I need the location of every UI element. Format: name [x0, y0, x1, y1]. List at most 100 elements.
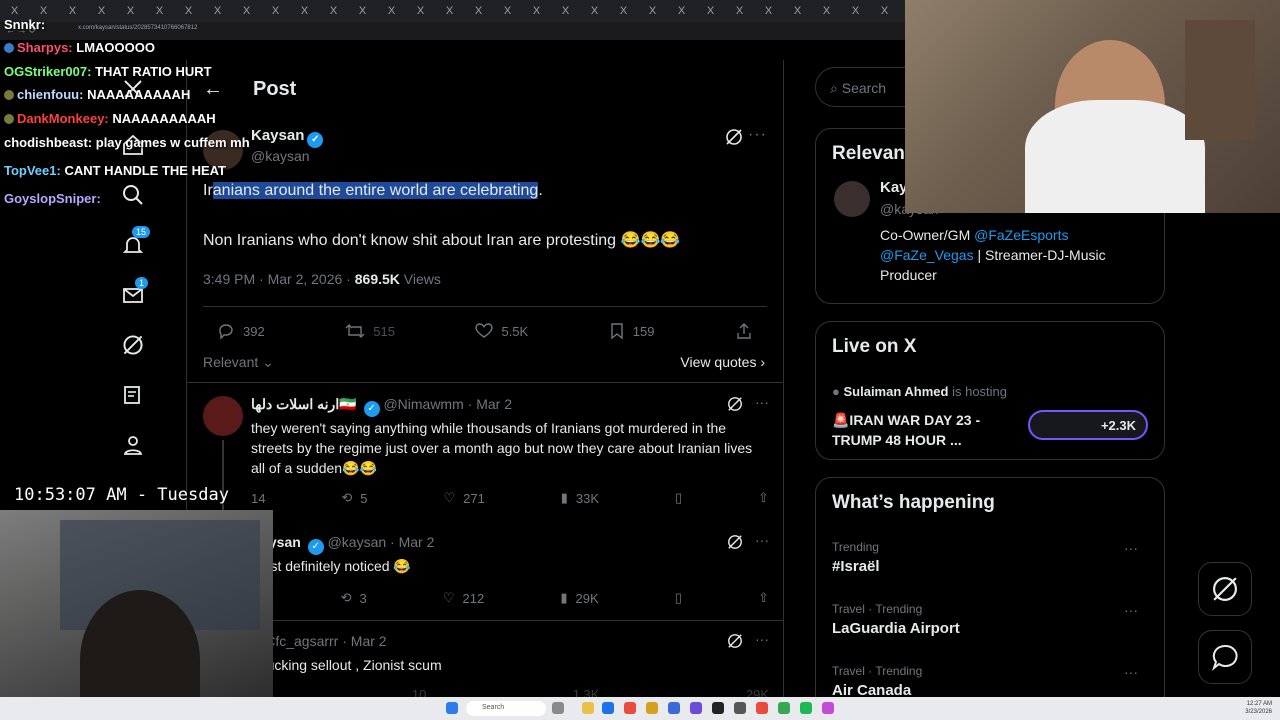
bookmark-button[interactable]: ▯	[675, 490, 682, 506]
sort-dropdown[interactable]: Relevant ⌄	[203, 354, 274, 371]
browser-tab[interactable]: X	[203, 0, 232, 22]
profile-icon[interactable]	[118, 430, 148, 460]
browser-tab[interactable]: X	[290, 0, 319, 22]
grok-icon[interactable]	[727, 633, 743, 652]
view-quotes-link[interactable]: View quotes ›	[680, 354, 765, 371]
listener-count[interactable]: +2.3K	[1028, 410, 1148, 440]
browser-tab[interactable]: X	[754, 0, 783, 22]
browser-tab[interactable]: X	[58, 0, 87, 22]
app-icon[interactable]	[668, 702, 680, 714]
like-button[interactable]: ♡ 271	[443, 490, 484, 506]
author-name-text[interactable]: Kaysan	[251, 127, 304, 144]
more-options-icon[interactable]: ···	[1124, 602, 1138, 618]
share-button[interactable]	[735, 322, 753, 340]
browser-tab[interactable]: X	[87, 0, 116, 22]
author-name[interactable]: Kaysan ✓	[251, 127, 324, 148]
browser-tab[interactable]: X	[348, 0, 377, 22]
browser-tab[interactable]: X	[638, 0, 667, 22]
browser-tab[interactable]: X	[696, 0, 725, 22]
spotify-icon[interactable]	[800, 702, 812, 714]
browser-tab[interactable]: X	[145, 0, 174, 22]
notifications-icon[interactable]: 15	[118, 226, 151, 260]
discord-icon[interactable]	[690, 702, 702, 714]
more-options-icon[interactable]: ···	[755, 532, 769, 548]
browser-tab[interactable]: X	[870, 0, 899, 22]
reply-author-name[interactable]: ارنه اسلات دلها🇮🇷	[251, 396, 357, 412]
repost-button[interactable]: ⟲ 3	[341, 590, 367, 606]
browser-tab[interactable]: X	[783, 0, 812, 22]
repost-button[interactable]: 515	[345, 322, 395, 340]
windows-start-icon[interactable]	[446, 702, 458, 714]
more-options-icon[interactable]: ···	[755, 631, 769, 647]
trend-name[interactable]: #Israël	[832, 558, 1148, 575]
browser-tab[interactable]: X	[493, 0, 522, 22]
browser-tab[interactable]: X	[174, 0, 203, 22]
like-button[interactable]: 5.5K	[475, 322, 528, 340]
browser-tab[interactable]: X	[464, 0, 493, 22]
browser-tab[interactable]: X	[406, 0, 435, 22]
obs-icon[interactable]	[712, 702, 724, 714]
taskbar-search-label[interactable]: Search	[482, 704, 504, 711]
post-timestamp[interactable]: 3:49 PM · Mar 2, 2026	[203, 271, 342, 287]
host-name[interactable]: Sulaiman Ahmed	[843, 384, 948, 399]
reply-button[interactable]: 392	[217, 322, 265, 340]
views-button[interactable]: ▮ 29K	[560, 590, 598, 606]
reply-handle[interactable]: @Nimawmm · Mar 2	[383, 396, 512, 412]
reply-handle[interactable]: @kaysan · Mar 2	[328, 534, 435, 550]
app-icon[interactable]	[778, 702, 790, 714]
author-handle[interactable]: @kaysan	[251, 148, 310, 164]
share-button[interactable]: ⇧	[758, 590, 769, 606]
back-arrow-icon[interactable]: ←	[203, 78, 223, 101]
folder-icon[interactable]	[646, 702, 658, 714]
chrome-icon[interactable]	[624, 702, 636, 714]
browser-tab[interactable]: X	[435, 0, 464, 22]
browser-tab[interactable]: X	[377, 0, 406, 22]
address-bar[interactable]: ← → ⟳ x.com/kaysan/status/20285734107660…	[0, 22, 905, 40]
trend-item[interactable]: Travel · Trending LaGuardia Airport ···	[832, 602, 1148, 637]
browser-tab[interactable]: X	[841, 0, 870, 22]
bio-link[interactable]: @FaZe_Vegas	[880, 247, 974, 263]
avatar[interactable]	[834, 181, 870, 217]
browser-tab[interactable]: X	[522, 0, 551, 22]
views-button[interactable]: ▮ 33K	[561, 490, 599, 506]
browser-tab[interactable]: X	[232, 0, 261, 22]
trend-name[interactable]: LaGuardia Airport	[832, 620, 1148, 637]
grok-icon[interactable]	[727, 534, 743, 553]
browser-tab[interactable]: X	[580, 0, 609, 22]
grok-icon[interactable]	[118, 330, 148, 360]
browser-tab[interactable]: X	[812, 0, 841, 22]
browser-tab[interactable]: X	[551, 0, 580, 22]
grok-fab-button[interactable]	[1198, 562, 1252, 616]
taskbar-clock[interactable]: 12:27 AM 3/23/2026	[1245, 700, 1272, 716]
chrome-icon[interactable]	[756, 702, 768, 714]
share-button[interactable]: ⇧	[758, 490, 769, 506]
more-options-icon[interactable]: ···	[755, 394, 769, 410]
app-icon[interactable]	[822, 702, 834, 714]
repost-button[interactable]: ⟲ 5	[341, 490, 367, 506]
browser-tab[interactable]: X	[609, 0, 638, 22]
browser-tab[interactable]: X	[116, 0, 145, 22]
search-icon[interactable]	[118, 180, 148, 210]
grok-icon[interactable]	[725, 128, 743, 151]
like-button[interactable]: ♡ 212	[443, 590, 484, 606]
sort-label[interactable]: Relevant	[203, 354, 258, 370]
url-text[interactable]: x.com/kaysan/status/2028573410766067812	[78, 25, 197, 31]
taskbar-search[interactable]: Search	[466, 701, 546, 716]
browser-tab[interactable]: X	[667, 0, 696, 22]
lists-icon[interactable]	[118, 380, 148, 410]
bookmark-button[interactable]: 159	[609, 322, 654, 340]
chat-fab-button[interactable]	[1198, 630, 1252, 684]
avatar[interactable]	[203, 396, 243, 436]
more-options-icon[interactable]: ···	[1124, 664, 1138, 680]
browser-tab[interactable]: X	[725, 0, 754, 22]
taskview-icon[interactable]	[552, 702, 564, 714]
reply-button[interactable]: 14	[251, 490, 265, 506]
app-icon[interactable]	[734, 702, 746, 714]
browser-tab[interactable]: X	[319, 0, 348, 22]
trend-item[interactable]: Trending #Israël ···	[832, 540, 1148, 575]
bio-link[interactable]: @FaZeEsports	[974, 227, 1068, 243]
bookmark-button[interactable]: ▯	[675, 590, 682, 606]
more-options-icon[interactable]: ···	[1124, 540, 1138, 556]
edge-icon[interactable]	[602, 702, 614, 714]
more-options-icon[interactable]: ···	[748, 126, 767, 144]
